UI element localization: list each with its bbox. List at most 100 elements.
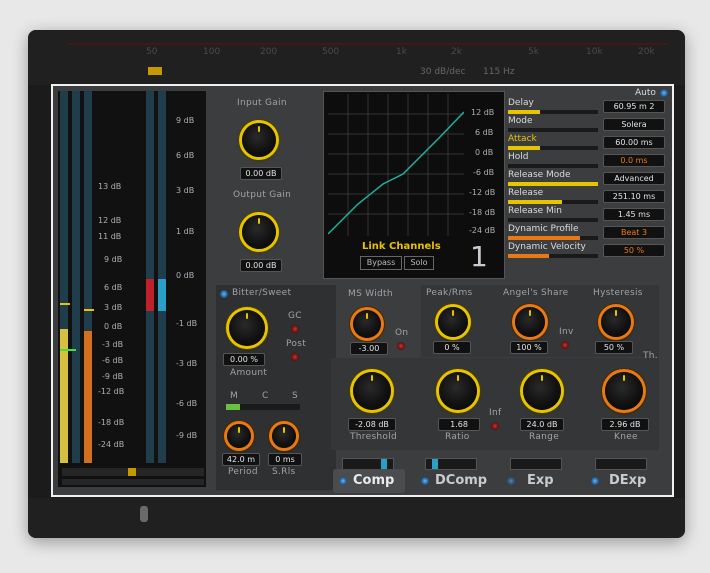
- s-rls-value[interactable]: 0 ms: [268, 453, 302, 466]
- param-value[interactable]: Beat 3: [603, 226, 665, 239]
- graph-scale-label: 6 dB: [475, 128, 494, 137]
- threshold-value[interactable]: -2.08 dB: [348, 418, 396, 431]
- link-channels-button[interactable]: Link Channels: [362, 241, 441, 252]
- mcs-m-label: M: [230, 391, 239, 401]
- gr-scale-label: -9 dB: [176, 431, 198, 440]
- param-label: Release Mode: [508, 170, 571, 180]
- tab-dexp[interactable]: DExp: [585, 469, 657, 493]
- post-toggle[interactable]: [291, 353, 299, 361]
- s-rls-label: S.Rls: [272, 467, 296, 477]
- gr-scale-label: 6 dB: [176, 151, 195, 160]
- inf-toggle[interactable]: [491, 422, 499, 430]
- input-gain-knob[interactable]: [242, 123, 276, 157]
- meter-scroll[interactable]: [62, 479, 204, 485]
- param-value[interactable]: Solera: [603, 118, 665, 131]
- angels-share-knob[interactable]: [515, 307, 545, 337]
- meter-scale-label: -6 dB: [102, 356, 124, 365]
- scroll-handle[interactable]: [140, 506, 148, 522]
- window-frame: 50 100 200 500 1k 2k 5k 10k 20k 30 dB/de…: [28, 30, 685, 538]
- tab-comp[interactable]: Comp: [333, 469, 405, 493]
- meter-scale-label: 6 dB: [104, 283, 123, 292]
- param-bar[interactable]: [508, 164, 598, 168]
- band-tab-1[interactable]: [148, 67, 162, 75]
- param-bar[interactable]: [508, 254, 598, 258]
- angels-share-label: Angel's Share: [503, 288, 569, 298]
- bitter-sweet-toggle[interactable]: [220, 290, 228, 298]
- period-knob[interactable]: [227, 424, 251, 448]
- band-number: 1: [470, 240, 488, 273]
- param-value[interactable]: Advanced: [603, 172, 665, 185]
- s-rls-knob[interactable]: [272, 424, 296, 448]
- hysteresis-knob[interactable]: [601, 307, 631, 337]
- threshold-knob[interactable]: [353, 372, 391, 410]
- ms-width-on-label: On: [395, 328, 409, 338]
- ms-width-on-toggle[interactable]: [397, 342, 405, 350]
- mcs-slider[interactable]: [226, 404, 300, 410]
- inv-toggle[interactable]: [561, 341, 569, 349]
- param-bar[interactable]: [508, 218, 598, 222]
- param-bar[interactable]: [508, 146, 598, 150]
- bitter-sweet-section: Bitter/Sweet GC Post 0.00 % Amount M C S…: [216, 285, 336, 490]
- angels-share-value[interactable]: 100 %: [510, 341, 548, 354]
- param-label: Mode: [508, 116, 533, 126]
- gr-meter-fill: [158, 279, 166, 311]
- range-label: Range: [529, 432, 560, 442]
- inf-label: Inf: [489, 408, 502, 418]
- hysteresis-value[interactable]: 50 %: [595, 341, 633, 354]
- param-bar[interactable]: [508, 110, 598, 114]
- param-label: Dynamic Velocity: [508, 242, 586, 252]
- bypass-button[interactable]: Bypass: [360, 256, 402, 270]
- meter-scale-label: 3 dB: [104, 303, 123, 312]
- auto-toggle[interactable]: [660, 89, 668, 97]
- knee-knob[interactable]: [605, 372, 643, 410]
- input-gain-value[interactable]: 0.00 dB: [240, 167, 282, 180]
- freq-label: 200: [260, 47, 278, 57]
- param-bar[interactable]: [508, 200, 598, 204]
- bitter-sweet-knob[interactable]: [229, 310, 265, 346]
- meter-scroll-thumb[interactable]: [128, 468, 136, 476]
- bitter-sweet-value[interactable]: 0.00 %: [223, 353, 265, 366]
- knee-value[interactable]: 2.96 dB: [601, 418, 649, 431]
- param-label: Hold: [508, 152, 529, 162]
- solo-button[interactable]: Solo: [404, 256, 434, 270]
- gr-scale-label: 0 dB: [176, 271, 195, 280]
- knee-label: Knee: [614, 432, 638, 442]
- output-gain-value[interactable]: 0.00 dB: [240, 259, 282, 272]
- ratio-label: Ratio: [445, 432, 470, 442]
- period-value[interactable]: 42.0 m: [222, 453, 260, 466]
- output-gain-label: Output Gain: [233, 190, 292, 200]
- param-bar[interactable]: [508, 128, 598, 132]
- post-label: Post: [286, 339, 307, 349]
- param-value[interactable]: 1.45 ms: [603, 208, 665, 221]
- param-bar[interactable]: [508, 236, 598, 240]
- ratio-knob[interactable]: [439, 372, 477, 410]
- param-value[interactable]: 60.95 m 2: [603, 100, 665, 113]
- meter-scale-label: 13 dB: [98, 182, 122, 191]
- tab-exp[interactable]: Exp: [501, 469, 573, 493]
- param-bar[interactable]: [508, 182, 598, 186]
- freq-readout: 115 Hz: [483, 67, 515, 77]
- freq-label: 2k: [451, 47, 462, 57]
- meter-scale-label: -9 dB: [102, 372, 124, 381]
- ratio-value[interactable]: 1.68: [438, 418, 480, 431]
- param-value[interactable]: 60.00 ms: [603, 136, 665, 149]
- tab-dcomp[interactable]: DComp: [415, 469, 487, 493]
- freq-label: 5k: [528, 47, 539, 57]
- output-gain-knob[interactable]: [242, 215, 276, 249]
- param-value[interactable]: 0.0 ms: [603, 154, 665, 167]
- exp-led: [507, 477, 515, 485]
- param-value[interactable]: 251.10 ms: [603, 190, 665, 203]
- range-value[interactable]: 24.0 dB: [520, 418, 564, 431]
- graph-scale-label: -6 dB: [473, 168, 495, 177]
- param-value[interactable]: 50 %: [603, 244, 665, 257]
- peak-rms-value[interactable]: 0 %: [433, 341, 471, 354]
- compressor-panel: 13 dB 12 dB 11 dB 9 dB 6 dB 3 dB 0 dB -3…: [51, 84, 674, 497]
- peak-marker: [60, 303, 70, 305]
- ms-width-value[interactable]: -3.00: [350, 342, 388, 355]
- range-knob[interactable]: [523, 372, 561, 410]
- freq-label: 100: [203, 47, 221, 57]
- ms-width-knob[interactable]: [353, 310, 381, 338]
- gc-toggle[interactable]: [291, 325, 299, 333]
- peak-rms-knob[interactable]: [438, 307, 468, 337]
- graph-scale-label: -18 dB: [469, 208, 496, 217]
